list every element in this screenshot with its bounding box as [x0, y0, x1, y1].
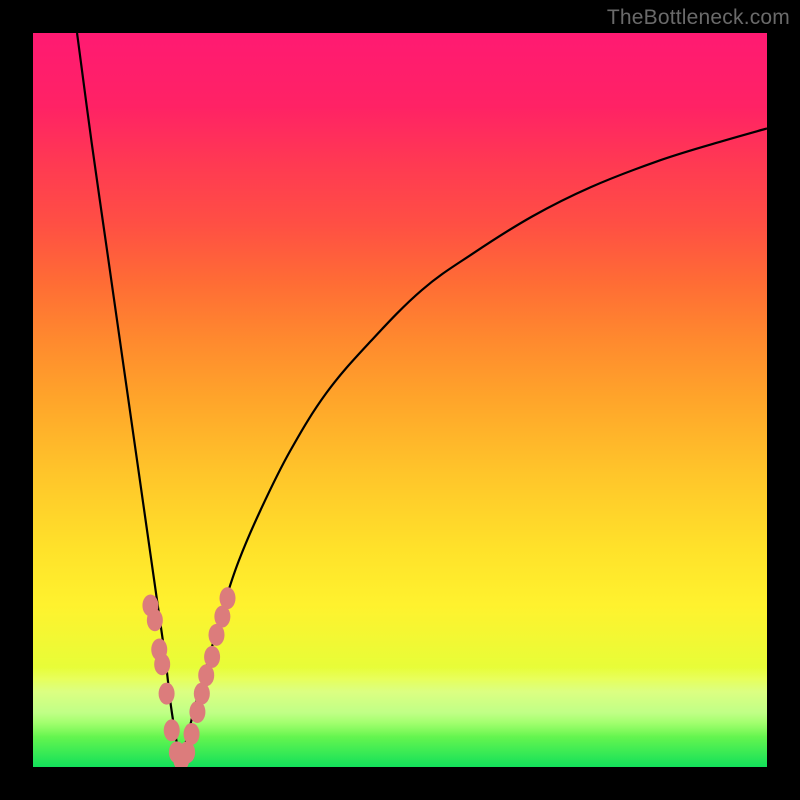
chart-svg — [33, 33, 767, 767]
data-marker — [204, 646, 220, 668]
curve-right — [180, 128, 767, 759]
data-marker — [184, 723, 200, 745]
watermark-text: TheBottleneck.com — [607, 6, 790, 30]
chart-frame: TheBottleneck.com — [0, 0, 800, 800]
data-marker — [220, 587, 236, 609]
data-marker — [159, 683, 175, 705]
data-marker — [154, 653, 170, 675]
plot-area — [33, 33, 767, 767]
data-marker — [164, 719, 180, 741]
marker-group — [142, 587, 235, 767]
data-marker — [147, 609, 163, 631]
